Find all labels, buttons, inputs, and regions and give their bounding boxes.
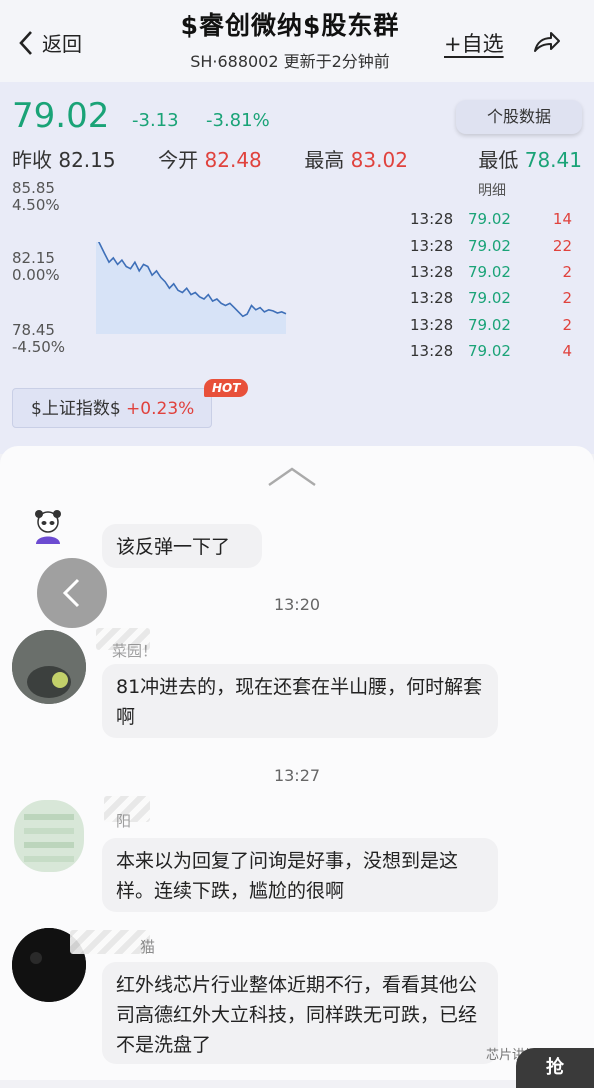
price-change-pct: -3.81% [206, 110, 270, 131]
trade-time: 13:28 [410, 289, 454, 308]
page-subtitle: SH·688002 更新于2分钟前 [190, 52, 390, 71]
stat-high: 最高 83.02 [304, 144, 450, 173]
trade-qty: 14 [552, 210, 572, 229]
trade-time: 13:28 [410, 315, 454, 334]
top-bar: 返回 $睿创微纳$股东群 SH·688002 更新于2分钟前 +自选 [0, 0, 594, 82]
trade-detail-header[interactable]: 明细 [478, 180, 506, 200]
stat-low: 最低 78.41 [450, 144, 582, 173]
trade-row: 13:28 79.02 14 [410, 206, 572, 232]
message-bubble: 红外线芯片行业整体近期不行，看看其他公司高德红外大立科技，同样跌无可跌，已经不是… [102, 962, 498, 1064]
sender-nickname: 菜园！ [112, 642, 158, 660]
trade-row: 13:28 79.02 2 [410, 285, 572, 311]
trade-qty: 2 [562, 315, 572, 334]
cartoon-avatar-icon [35, 510, 61, 544]
axis-mid-pct: 0.00% [12, 266, 60, 284]
trade-price: 79.02 [468, 210, 511, 229]
axis-low: 78.45 -4.50% [12, 322, 65, 356]
message-timestamp: 13:20 [273, 595, 321, 614]
stat-label: 最低 [478, 148, 519, 172]
axis-mid: 82.15 0.00% [12, 250, 60, 284]
hot-badge: HOT [204, 379, 249, 397]
message-bubble: 81冲进去的，现在还套在半山腰，何时解套啊 [102, 664, 498, 738]
chevron-left-icon [62, 578, 80, 608]
stock-data-button[interactable]: 个股数据 [456, 100, 582, 134]
trade-price: 79.02 [468, 289, 511, 308]
stat-value: 83.02 [350, 148, 408, 172]
stat-value: 82.15 [58, 148, 116, 172]
blurred-nickname [70, 930, 150, 954]
trade-qty: 2 [562, 289, 572, 308]
trade-qty: 22 [552, 236, 572, 255]
trade-price: 79.02 [468, 262, 511, 281]
trade-time: 13:28 [410, 342, 454, 361]
back-label: 返回 [42, 32, 82, 56]
stat-value: 82.48 [204, 148, 262, 172]
price-area [96, 242, 286, 334]
floating-back-button[interactable] [37, 558, 107, 628]
axis-top: 85.85 4.50% [12, 180, 60, 214]
trade-row: 13:28 79.02 4 [410, 338, 572, 364]
stats-row: 昨收 82.15 今开 82.48 最高 83.02 最低 78.41 [12, 144, 582, 173]
add-watchlist-button[interactable]: +自选 [444, 28, 504, 58]
trade-qty: 4 [562, 342, 572, 361]
stat-label: 今开 [158, 148, 199, 172]
message-timestamp: 13:27 [273, 766, 321, 785]
trade-row: 13:28 79.02 22 [410, 232, 572, 258]
stat-open: 今开 82.48 [158, 144, 304, 173]
trade-row: 13:28 79.02 2 [410, 259, 572, 285]
message-bubble: 该反弹一下了 [102, 524, 262, 568]
trade-price: 79.02 [468, 315, 511, 334]
avatar[interactable] [14, 800, 84, 872]
page-title: $睿创微纳$股东群 [180, 11, 400, 40]
photo-avatar-icon [12, 630, 86, 704]
blurred-avatar-icon [14, 800, 84, 872]
trade-price: 79.02 [468, 236, 511, 255]
axis-top-price: 85.85 [12, 179, 55, 197]
axis-low-pct: -4.50% [12, 338, 66, 356]
stat-label: 最高 [304, 148, 345, 172]
avatar[interactable] [30, 508, 66, 544]
trade-time: 13:28 [410, 236, 454, 255]
message-bubble: 本来以为回复了问询是好事，没想到是这样。连续下跌，尴尬的很啊 [102, 838, 498, 912]
sender-nickname: 猫 [140, 938, 156, 956]
axis-mid-price: 82.15 [12, 249, 55, 267]
back-button[interactable]: 返回 [18, 28, 82, 57]
trade-time: 13:28 [410, 210, 454, 229]
trade-time: 13:28 [410, 262, 454, 281]
axis-low-price: 78.45 [12, 321, 55, 339]
trade-qty: 2 [562, 262, 572, 281]
share-icon[interactable] [532, 30, 562, 54]
sender-nickname: 阳 [116, 812, 132, 830]
chevron-left-icon [19, 30, 32, 55]
grab-button[interactable]: 抢 [516, 1048, 594, 1088]
avatar[interactable] [12, 630, 86, 704]
stat-value: 78.41 [524, 148, 582, 172]
index-chip[interactable]: $上证指数$ +0.23% [12, 388, 212, 428]
trade-price: 79.02 [468, 342, 511, 361]
intraday-chart[interactable] [92, 242, 392, 334]
axis-top-pct: 4.50% [12, 196, 60, 214]
trade-list: 13:28 79.02 14 13:28 79.02 22 13:28 79.02 2 13… [410, 206, 572, 364]
stat-prev-close: 昨收 82.15 [12, 144, 158, 173]
stat-label: 昨收 [12, 148, 52, 172]
price-change: -3.13 [132, 110, 179, 131]
index-chip-change: +0.23% [126, 399, 195, 419]
title-block: $睿创微纳$股东群 SH·688002 更新于2分钟前 [130, 6, 450, 72]
current-price: 79.02 [12, 96, 110, 136]
trade-row: 13:28 79.02 2 [410, 312, 572, 338]
quote-panel: 79.02 -3.13 -3.81% 个股数据 昨收 82.15 今开 82.4… [0, 82, 594, 454]
chevron-up-icon[interactable] [266, 466, 318, 488]
index-chip-label: $上证指数$ [31, 399, 121, 419]
